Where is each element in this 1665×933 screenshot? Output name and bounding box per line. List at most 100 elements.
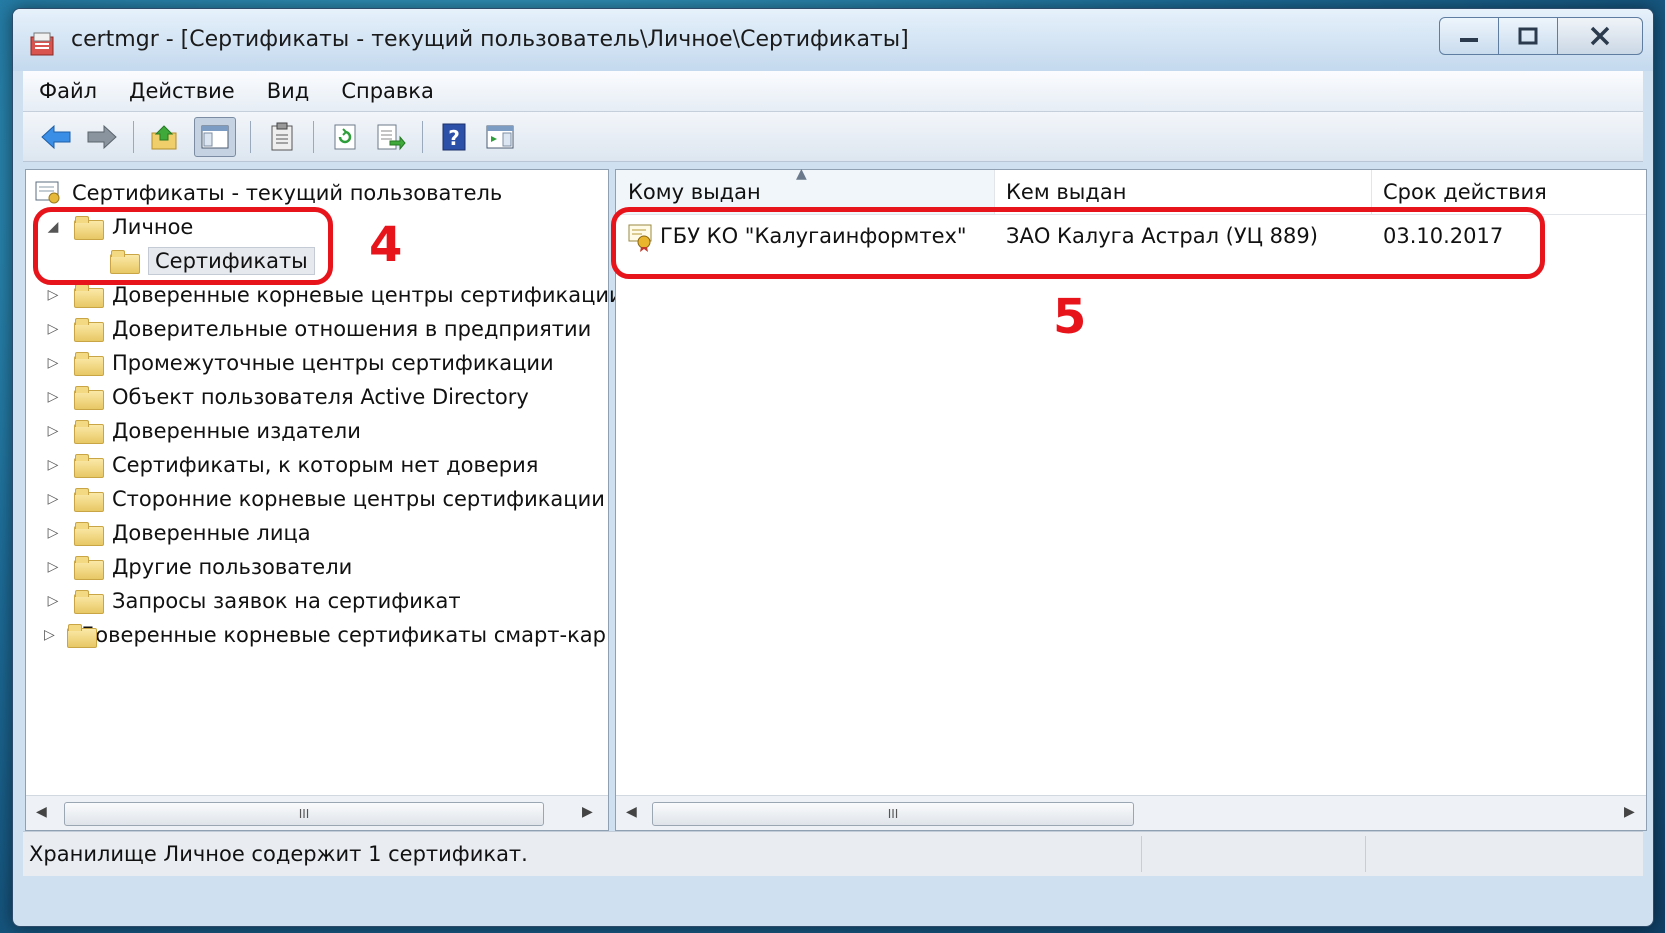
clipboard-icon [271, 122, 293, 150]
folder-icon [74, 386, 104, 410]
minimize-button[interactable] [1439, 17, 1499, 55]
scroll-left-arrow-icon[interactable]: ◀ [36, 804, 47, 820]
folder-icon [74, 352, 104, 376]
close-icon [1590, 26, 1610, 46]
paste-button[interactable] [265, 120, 299, 154]
expand-icon[interactable]: ▷ [44, 355, 62, 371]
certificates-root-icon [35, 181, 60, 204]
toolbar-separator [422, 120, 423, 153]
up-one-level-button[interactable] [148, 120, 182, 154]
scroll-thumb[interactable]: III [64, 802, 544, 826]
tree-item-trusted-people[interactable]: ▷ Доверенные лица [44, 516, 311, 550]
back-arrow-icon [41, 124, 71, 149]
tree-item-label: Другие пользователи [112, 555, 353, 579]
show-hide-tree-button[interactable] [194, 116, 236, 157]
tree-item-smart-card-trusted-roots[interactable]: ▷ Доверенные корневые сертификаты смарт-… [44, 618, 606, 652]
show-hide-tree-icon [201, 125, 229, 148]
column-issued-by[interactable]: Кем выдан [1006, 180, 1126, 204]
toolbar-separator [133, 120, 134, 153]
tree-item-ad-user-object[interactable]: ▷ Объект пользователя Active Directory [44, 380, 529, 414]
expand-icon[interactable]: ▷ [44, 457, 62, 473]
folder-icon [74, 556, 104, 580]
window-title: certmgr - [Сертификаты - текущий пользов… [71, 27, 909, 52]
expand-icon[interactable]: ▷ [44, 321, 62, 337]
folder-icon [74, 284, 104, 308]
maximize-button[interactable] [1498, 17, 1558, 55]
tree-item-label: Доверенные издатели [112, 419, 361, 443]
status-text: Хранилище Личное содержит 1 сертификат. [29, 842, 528, 866]
close-button[interactable] [1557, 17, 1643, 55]
certmgr-window: certmgr - [Сертификаты - текущий пользов… [12, 8, 1654, 927]
expand-icon[interactable]: ▷ [44, 593, 62, 609]
status-divider [1141, 836, 1142, 872]
title-bar[interactable]: certmgr - [Сертификаты - текущий пользов… [13, 9, 1653, 71]
forward-arrow-icon [87, 124, 117, 149]
refresh-button[interactable] [328, 120, 362, 154]
menu-action[interactable]: Действие [113, 79, 251, 103]
list-horizontal-scrollbar[interactable]: ◀ III ▶ [616, 795, 1646, 830]
tree-horizontal-scrollbar[interactable]: ◀ III ▶ [26, 795, 608, 830]
menu-file[interactable]: Файл [23, 79, 113, 103]
action-pane-icon [486, 125, 514, 148]
sort-ascending-icon: ▲ [796, 166, 807, 182]
forward-button[interactable] [85, 120, 119, 154]
tree-item-label: Доверенные корневые центры сертификации [112, 283, 623, 307]
tree-item-label: Доверенные лица [112, 521, 311, 545]
expand-icon[interactable]: ▷ [44, 525, 62, 541]
tree-item-label: Сторонние корневые центры сертификации [112, 487, 605, 511]
tree-item-label: Доверенные корневые сертификаты смарт-ка… [78, 623, 606, 647]
scroll-left-arrow-icon[interactable]: ◀ [626, 804, 637, 820]
folder-icon [74, 420, 104, 444]
folder-icon [74, 590, 104, 614]
menu-bar: Файл Действие Вид Справка [23, 71, 1643, 112]
refresh-icon [334, 124, 356, 149]
svg-text:?: ? [448, 126, 460, 150]
tree-item-label: Сертификаты, к которым нет доверия [112, 453, 539, 477]
tree-item-other-people[interactable]: ▷ Другие пользователи [44, 550, 352, 584]
tree-item-label: Запросы заявок на сертификат [112, 589, 461, 613]
expand-icon[interactable]: ▷ [44, 559, 62, 575]
folder-icon [74, 488, 104, 512]
expand-icon[interactable]: ▷ [44, 627, 55, 643]
annotation-number-4: 4 [369, 217, 403, 273]
tree-item-label: Объект пользователя Active Directory [112, 385, 529, 409]
tree-item-third-party-root-ca[interactable]: ▷ Сторонние корневые центры сертификации [44, 482, 605, 516]
help-button[interactable]: ? [437, 120, 471, 154]
folder-icon [66, 624, 99, 648]
export-list-icon [377, 124, 406, 150]
tree-item-certificate-enrollment-requests[interactable]: ▷ Запросы заявок на сертификат [44, 584, 461, 618]
tree-root[interactable]: Сертификаты - текущий пользователь [34, 176, 502, 210]
scroll-thumb[interactable]: III [652, 802, 1134, 826]
up-folder-icon [151, 124, 177, 149]
tree-root-label: Сертификаты - текущий пользователь [72, 181, 503, 205]
tree-item-intermediate-ca[interactable]: ▷ Промежуточные центры сертификации [44, 346, 554, 380]
show-hide-action-pane-button[interactable] [483, 120, 517, 154]
toolbar-separator [313, 120, 314, 153]
annotation-box-certificate-row [611, 207, 1545, 279]
menu-view[interactable]: Вид [251, 79, 326, 103]
tree-item-enterprise-trust[interactable]: ▷ Доверительные отношения в предприятии [44, 312, 591, 346]
menu-help[interactable]: Справка [325, 79, 450, 103]
tree-item-label: Доверительные отношения в предприятии [112, 317, 592, 341]
column-expiration-date[interactable]: Срок действия [1383, 180, 1547, 204]
folder-icon [74, 454, 104, 478]
scroll-right-arrow-icon[interactable]: ▶ [1624, 804, 1635, 820]
annotation-number-5: 5 [1053, 289, 1087, 345]
expand-icon[interactable]: ▷ [44, 287, 62, 303]
tree-item-label: Промежуточные центры сертификации [112, 351, 554, 375]
export-list-button[interactable] [374, 120, 408, 154]
tree-item-untrusted-certificates[interactable]: ▷ Сертификаты, к которым нет доверия [44, 448, 538, 482]
tree-item-trusted-publishers[interactable]: ▷ Доверенные издатели [44, 414, 361, 448]
column-issued-to[interactable]: Кому выдан [628, 180, 761, 204]
scroll-right-arrow-icon[interactable]: ▶ [582, 804, 593, 820]
help-icon: ? [442, 123, 466, 150]
certmgr-app-icon [29, 31, 57, 59]
maximize-icon [1518, 27, 1538, 45]
expand-icon[interactable]: ▷ [44, 389, 62, 405]
back-button[interactable] [39, 120, 73, 154]
toolbar: ? [23, 112, 1643, 162]
expand-icon[interactable]: ▷ [44, 423, 62, 439]
annotation-box-personal-certificates [33, 207, 333, 285]
expand-icon[interactable]: ▷ [44, 491, 62, 507]
minimize-icon [1460, 38, 1478, 42]
